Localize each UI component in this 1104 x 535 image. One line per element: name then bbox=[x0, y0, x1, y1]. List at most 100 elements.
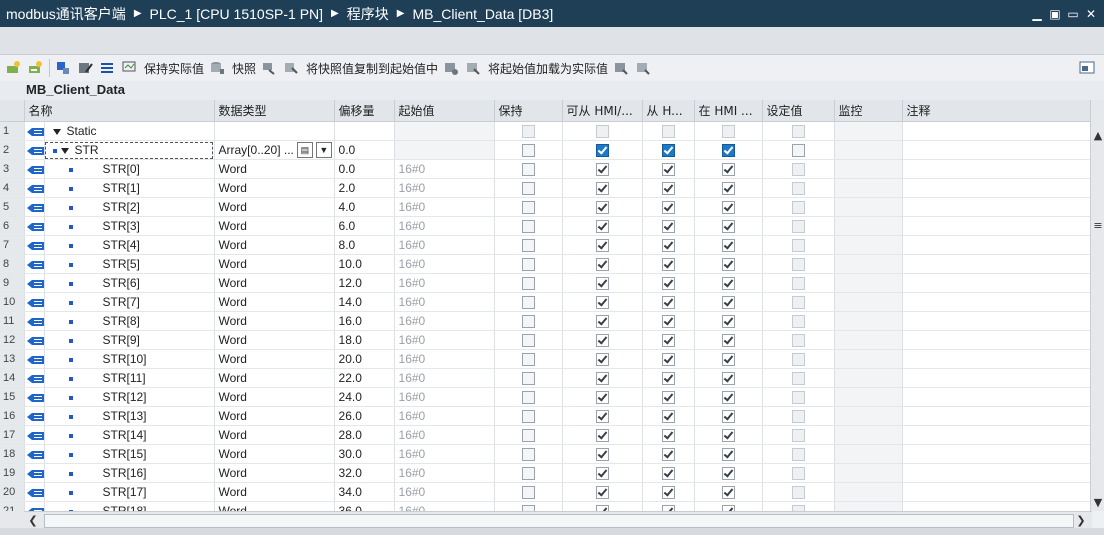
setpoint-cell[interactable] bbox=[762, 387, 835, 407]
row-name-cell[interactable]: STR[11] bbox=[44, 368, 215, 388]
setpoint-cell[interactable] bbox=[762, 235, 835, 255]
hmi-writable-cell[interactable] bbox=[642, 159, 695, 179]
table-row[interactable]: 7 STR[4] Word 8.0 16#0 bbox=[0, 235, 1090, 255]
checkbox[interactable] bbox=[595, 125, 609, 139]
hmi-visible-cell[interactable] bbox=[694, 368, 763, 388]
load-start-icon-2[interactable] bbox=[464, 59, 482, 77]
comment-cell[interactable] bbox=[902, 406, 1090, 426]
row-datatype-cell[interactable]: Word bbox=[214, 444, 335, 464]
checkbox[interactable] bbox=[721, 372, 735, 386]
col-offset[interactable]: 偏移量 bbox=[334, 100, 395, 122]
comment-cell[interactable] bbox=[902, 501, 1090, 511]
row-datatype-cell[interactable]: Word bbox=[214, 463, 335, 483]
checkbox[interactable] bbox=[661, 467, 675, 481]
col-hmi-writable[interactable]: 从 H... bbox=[642, 100, 695, 122]
checkbox[interactable] bbox=[791, 163, 805, 177]
retain-cell[interactable] bbox=[494, 349, 563, 369]
collapse-icon[interactable] bbox=[52, 128, 61, 135]
load-start-icon[interactable] bbox=[442, 59, 460, 77]
checkbox[interactable] bbox=[721, 353, 735, 367]
row-name-cell[interactable]: STR[13] bbox=[44, 406, 215, 426]
row-datatype-cell[interactable]: Word bbox=[214, 311, 335, 331]
checkbox[interactable] bbox=[595, 315, 609, 329]
checkbox[interactable] bbox=[721, 296, 735, 310]
row-name-cell[interactable]: STR[0] bbox=[44, 159, 215, 179]
checkbox[interactable] bbox=[721, 467, 735, 481]
hmi-accessible-cell[interactable] bbox=[562, 159, 643, 179]
hmi-accessible-cell[interactable] bbox=[562, 387, 643, 407]
checkbox[interactable] bbox=[521, 296, 535, 310]
row-start-value[interactable] bbox=[394, 121, 495, 141]
row-datatype-cell[interactable]: Word bbox=[214, 197, 335, 217]
checkbox[interactable] bbox=[721, 258, 735, 272]
checkbox[interactable] bbox=[791, 220, 805, 234]
checkbox[interactable] bbox=[661, 182, 675, 196]
hmi-writable-cell[interactable] bbox=[642, 444, 695, 464]
float-icon[interactable]: ▭ bbox=[1066, 3, 1080, 21]
row-datatype-cell[interactable]: Word bbox=[214, 292, 335, 312]
retain-cell[interactable] bbox=[494, 311, 563, 331]
retain-cell[interactable] bbox=[494, 501, 563, 511]
add-row-icon[interactable] bbox=[26, 59, 44, 77]
row-name-cell[interactable]: STR bbox=[44, 140, 215, 160]
setpoint-cell[interactable] bbox=[762, 292, 835, 312]
comment-cell[interactable] bbox=[902, 140, 1090, 160]
retain-cell[interactable] bbox=[494, 216, 563, 236]
comment-cell[interactable] bbox=[902, 273, 1090, 293]
comment-cell[interactable] bbox=[902, 349, 1090, 369]
checkbox[interactable] bbox=[595, 410, 609, 424]
checkbox[interactable] bbox=[791, 296, 805, 310]
retain-cell[interactable] bbox=[494, 140, 563, 160]
setpoint-cell[interactable] bbox=[762, 121, 835, 141]
setpoint-cell[interactable] bbox=[762, 444, 835, 464]
hmi-accessible-cell[interactable] bbox=[562, 349, 643, 369]
checkbox[interactable] bbox=[521, 239, 535, 253]
table-row[interactable]: 14 STR[11] Word 22.0 16#0 bbox=[0, 368, 1090, 388]
checkbox[interactable] bbox=[721, 391, 735, 405]
hmi-accessible-cell[interactable] bbox=[562, 216, 643, 236]
hmi-visible-cell[interactable] bbox=[694, 121, 763, 141]
checkbox[interactable] bbox=[661, 239, 675, 253]
row-datatype-cell[interactable]: Word bbox=[214, 482, 335, 502]
checkbox[interactable] bbox=[721, 334, 735, 348]
checkbox[interactable] bbox=[791, 448, 805, 462]
checkbox[interactable] bbox=[791, 182, 805, 196]
checkbox[interactable] bbox=[595, 220, 609, 234]
col-name[interactable]: 名称 bbox=[24, 100, 215, 122]
row-datatype-cell[interactable]: Word bbox=[214, 235, 335, 255]
comment-cell[interactable] bbox=[902, 159, 1090, 179]
checkbox[interactable] bbox=[595, 448, 609, 462]
checkbox[interactable] bbox=[721, 125, 735, 139]
checkbox[interactable] bbox=[595, 486, 609, 500]
retain-cell[interactable] bbox=[494, 197, 563, 217]
hmi-writable-cell[interactable] bbox=[642, 273, 695, 293]
checkbox[interactable] bbox=[595, 391, 609, 405]
checkbox[interactable] bbox=[521, 182, 535, 196]
checkbox[interactable] bbox=[595, 182, 609, 196]
comment-cell[interactable] bbox=[902, 444, 1090, 464]
setpoint-cell[interactable] bbox=[762, 254, 835, 274]
checkbox[interactable] bbox=[721, 144, 735, 158]
chevron-down-icon[interactable]: ▼ bbox=[315, 142, 332, 158]
hmi-writable-cell[interactable] bbox=[642, 311, 695, 331]
hmi-writable-cell[interactable] bbox=[642, 406, 695, 426]
checkbox[interactable] bbox=[661, 296, 675, 310]
comment-cell[interactable] bbox=[902, 311, 1090, 331]
hmi-visible-cell[interactable] bbox=[694, 311, 763, 331]
hmi-writable-cell[interactable] bbox=[642, 178, 695, 198]
hmi-accessible-cell[interactable] bbox=[562, 292, 643, 312]
hmi-visible-cell[interactable] bbox=[694, 330, 763, 350]
hmi-accessible-cell[interactable] bbox=[562, 501, 643, 511]
table-row[interactable]: 19 STR[16] Word 32.0 16#0 bbox=[0, 463, 1090, 483]
checkbox[interactable] bbox=[595, 353, 609, 367]
hmi-visible-cell[interactable] bbox=[694, 501, 763, 511]
table-row[interactable]: 20 STR[17] Word 34.0 16#0 bbox=[0, 482, 1090, 502]
retain-cell[interactable] bbox=[494, 235, 563, 255]
checkbox[interactable] bbox=[521, 201, 535, 215]
hmi-visible-cell[interactable] bbox=[694, 140, 763, 160]
expand-all-icon[interactable] bbox=[54, 59, 72, 77]
hmi-accessible-cell[interactable] bbox=[562, 482, 643, 502]
comment-cell[interactable] bbox=[902, 216, 1090, 236]
hmi-visible-cell[interactable] bbox=[694, 444, 763, 464]
row-start-value[interactable]: 16#0 bbox=[394, 501, 495, 511]
